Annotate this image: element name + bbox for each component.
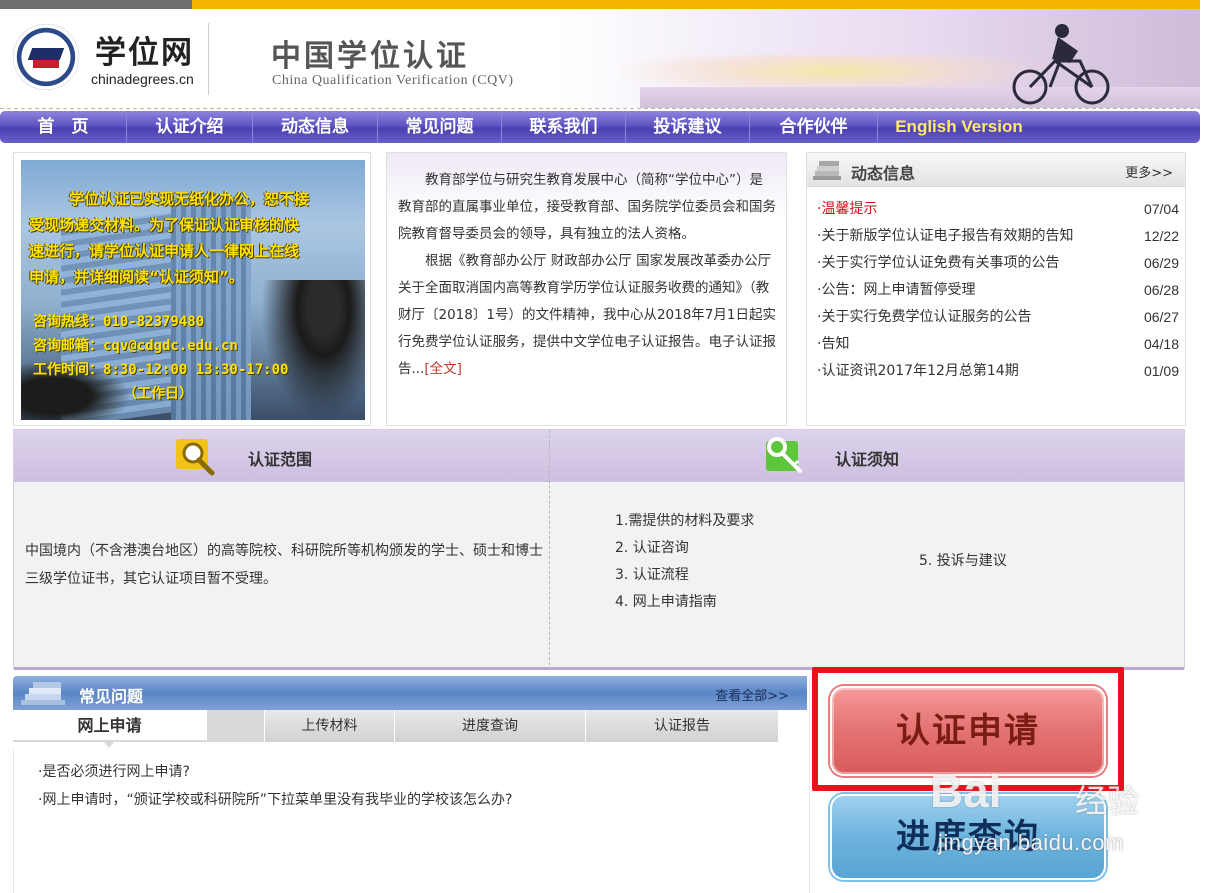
news-list: ·温馨提示 07/04 ·关于新版学位认证电子报告有效期的告知 12/22 ·关于实… [817, 196, 1179, 385]
news-item-title: ·公告：网上申请暂停受理 [817, 282, 976, 298]
site-name[interactable]: 学位网 [95, 27, 194, 72]
nav-complaints[interactable]: 投诉建议 [626, 111, 750, 143]
nav-partners[interactable]: 合作伙伴 [750, 111, 878, 143]
notice-item-complaints[interactable]: 5. 投诉与建议 [919, 550, 1007, 570]
verification-info-block: 认证范围 认证须知 中国境内（不含港澳台地区）的高等院校、科研院所等机构颁发的学… [13, 429, 1185, 670]
faq-title: 常见问题 [79, 687, 144, 706]
cqv-title-cn: 中国学位认证 [271, 39, 469, 74]
notice-item[interactable]: 4. 网上申请指南 [615, 589, 754, 616]
key-icon [766, 437, 802, 473]
faq-header: 常见问题 查看全部>> [13, 676, 807, 710]
promo-line: 受现场递交材料。为了保证认证审核的快 [29, 216, 300, 234]
column-separator [549, 430, 550, 670]
notice-title: 认证须知 [835, 450, 900, 469]
news-item-title: ·关于实行免费学位认证服务的公告 [817, 309, 1032, 325]
notice-item[interactable]: 3. 认证流程 [615, 562, 754, 589]
promo-banner-image[interactable]: 学位认证已实现无纸化办公，恕不接 受现场递交材料。为了保证认证审核的快 速进行，… [21, 160, 365, 420]
baidu-jingyan-watermark: Bai 经验 jingyan.baidu.com [930, 764, 1160, 864]
promo-line: 学位认证已实现无纸化办公，恕不接 [69, 190, 310, 208]
tab-verification-report[interactable]: 认证报告 [586, 710, 779, 742]
news-item[interactable]: ·公告：网上申请暂停受理 06/28 [817, 277, 1179, 304]
promo-panel: 学位认证已实现无纸化办公，恕不接 受现场递交材料。为了保证认证审核的快 速进行，… [13, 152, 371, 426]
notice-list: 1.需提供的材料及要求 2. 认证咨询 3. 认证流程 4. 网上申请指南 [615, 508, 754, 616]
news-item-date: 12/22 [1143, 228, 1179, 244]
top-strip-gold [192, 0, 1200, 9]
promo-hotline: 咨询热线：010-82379480 [33, 314, 205, 330]
news-more-link[interactable]: 更多>> [1125, 162, 1173, 181]
read-more-link[interactable]: [全文] [424, 361, 462, 377]
news-item-title: ·关于新版学位认证电子报告有效期的告知 [817, 228, 1074, 244]
news-item-title: ·温馨提示 [817, 201, 878, 217]
intro-paragraph: 教育部学位与研究生教育发展中心（简称“学位中心”）是教育部的直属事业单位，接受教… [398, 172, 776, 242]
faq-tabs: 网上申请 上传材料 进度查询 认证报告 [13, 710, 779, 750]
news-item-date: 06/27 [1143, 309, 1179, 325]
news-item-date: 04/18 [1143, 336, 1179, 352]
header-dashed-divider [0, 108, 1200, 109]
intro-panel: 教育部学位与研究生教育发展中心（简称“学位中心”）是教育部的直属事业单位，接受教… [386, 152, 787, 426]
nav-english-version[interactable]: English Version [878, 111, 1040, 143]
site-header: 学位网 chinadegrees.cn 中国学位认证 China Qualifi… [0, 9, 1200, 109]
nav-news[interactable]: 动态信息 [253, 111, 378, 143]
promo-line: 申请，并详细阅读“认证须知”。 [29, 268, 244, 286]
faq-view-all-link[interactable]: 查看全部>> [715, 685, 789, 704]
news-title: 动态信息 [851, 164, 916, 183]
top-strip-gray [0, 0, 192, 9]
intro-paragraph: 根据《教育部办公厅 财政部办公厅 国家发展改革委办公厅关于全面取消国内高等教育学… [398, 248, 776, 383]
main-nav: 首 页 认证介绍 动态信息 常见问题 联系我们 投诉建议 合作伙伴 Englis… [0, 111, 1200, 143]
news-item-title: ·认证资讯2017年12月总第14期 [817, 363, 1019, 379]
promo-email: 咨询邮箱：cqv@cdgdc.edu.cn [33, 338, 238, 354]
nav-home[interactable]: 首 页 [0, 111, 127, 143]
promo-line: 速进行，请学位认证申请人一律网上在线 [29, 242, 300, 260]
magnifier-icon [176, 439, 215, 476]
promo-workday: （工作日） [123, 386, 193, 402]
intro-text: 教育部学位与研究生教育发展中心（简称“学位中心”）是教育部的直属事业单位，接受教… [398, 167, 776, 383]
notice-item[interactable]: 2. 认证咨询 [615, 535, 754, 562]
news-item-date: 06/29 [1143, 255, 1179, 271]
cyclist-silhouette-icon [1012, 24, 1110, 105]
news-item[interactable]: ·温馨提示 07/04 [817, 196, 1179, 223]
faq-question-list: ·是否必须进行网上申请? ·网上申请时，“颁证学校或科研院所”下拉菜单里没有我毕… [38, 758, 512, 814]
news-item-date: 06/28 [1143, 282, 1179, 298]
news-item[interactable]: ·关于实行学位认证免费有关事项的公告 06/29 [817, 250, 1179, 277]
news-item[interactable]: ·告知 04/18 [817, 331, 1179, 358]
watermark-brand-cn: 经验 [1075, 782, 1140, 820]
faq-question[interactable]: ·网上申请时，“颁证学校或科研院所”下拉菜单里没有我毕业的学校该怎么办? [38, 786, 512, 814]
news-item[interactable]: ·关于实行免费学位认证服务的公告 06/27 [817, 304, 1179, 331]
news-header: 动态信息 更多>> [807, 153, 1185, 187]
news-item[interactable]: ·认证资讯2017年12月总第14期 01/09 [817, 358, 1179, 385]
books-stack-icon [21, 682, 65, 705]
cqv-title-en: China Qualification Verification (CQV) [272, 73, 514, 88]
news-item-title: ·关于实行学位认证免费有关事项的公告 [817, 255, 1060, 271]
top-color-strip [0, 0, 1200, 9]
header-divider [208, 23, 209, 95]
intro-paragraph-text: 根据《教育部办公厅 财政部办公厅 国家发展改革委办公厅关于全面取消国内高等教育学… [398, 253, 776, 377]
tab-upload-materials[interactable]: 上传材料 [265, 710, 395, 742]
news-item-date: 07/04 [1143, 201, 1179, 217]
tab-spacer [207, 710, 265, 742]
logo-seal-icon[interactable] [13, 24, 79, 90]
promo-contact: 咨询热线：010-82379480 咨询邮箱：cqv@cdgdc.edu.cn … [33, 310, 363, 406]
site-domain: chinadegrees.cn [91, 71, 194, 87]
news-item-date: 01/09 [1143, 363, 1179, 379]
scope-title: 认证范围 [248, 450, 313, 469]
notice-item[interactable]: 1.需提供的材料及要求 [615, 508, 754, 535]
faq-left-border [13, 750, 14, 893]
news-item[interactable]: ·关于新版学位认证电子报告有效期的告知 12/22 [817, 223, 1179, 250]
watermark-url: jingyan.baidu.com [938, 830, 1124, 855]
nav-contact[interactable]: 联系我们 [502, 111, 626, 143]
promo-notice: 学位认证已实现无纸化办公，恕不接 受现场递交材料。为了保证认证审核的快 速进行，… [29, 186, 359, 290]
books-stack-icon [813, 161, 841, 180]
tab-progress-query[interactable]: 进度查询 [395, 710, 586, 742]
nav-faq[interactable]: 常见问题 [378, 111, 502, 143]
tab-online-application[interactable]: 网上申请 [13, 710, 207, 748]
news-item-title: ·告知 [817, 336, 850, 352]
scope-text: 中国境内（不含港澳台地区）的高等院校、科研院所等机构颁发的学士、硕士和博士三级学… [25, 543, 543, 587]
news-panel: 动态信息 更多>> ·温馨提示 07/04 ·关于新版学位认证电子报告有效期的告知… [806, 152, 1186, 426]
nav-about-verification[interactable]: 认证介绍 [127, 111, 253, 143]
faq-question[interactable]: ·是否必须进行网上申请? [38, 758, 512, 786]
promo-hours: 工作时间：8:30-12:00 13:30-17:00 [33, 362, 289, 378]
watermark-brand: Bai [930, 765, 1002, 817]
